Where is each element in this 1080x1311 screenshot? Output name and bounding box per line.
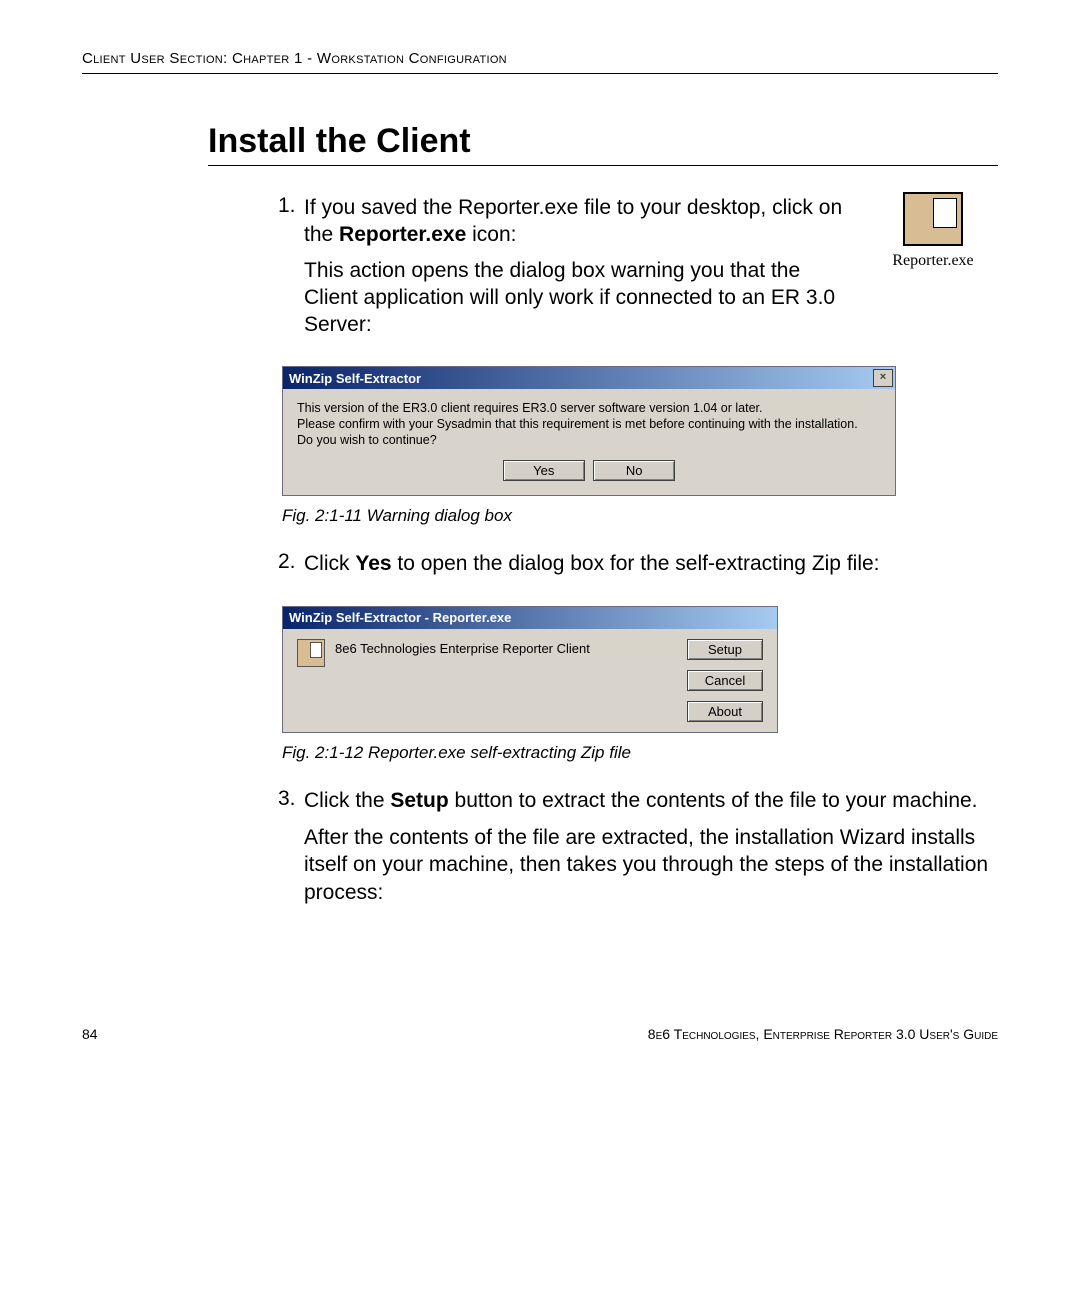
- step-1-line-2: This action opens the dialog box warning…: [304, 257, 854, 339]
- step-2-line: Click Yes to open the dialog box for the…: [304, 550, 880, 577]
- running-head: Client User Section: Chapter 1 - Worksta…: [82, 50, 998, 74]
- warning-dialog-titlebar: WinZip Self-Extractor ×: [283, 367, 895, 389]
- yes-button[interactable]: Yes: [503, 460, 585, 481]
- step-3-number: 3.: [278, 787, 304, 822]
- no-button[interactable]: No: [593, 460, 675, 481]
- reporter-exe-icon: [903, 192, 963, 246]
- step-3-line-2: After the contents of the file are extra…: [304, 824, 998, 906]
- extractor-dialog: WinZip Self-Extractor - Reporter.exe 8e6…: [282, 606, 778, 733]
- figure-caption-1: Fig. 2:1-11 Warning dialog box: [282, 506, 998, 526]
- step-3: 3. Click the Setup button to extract the…: [278, 787, 998, 822]
- extractor-dialog-title: WinZip Self-Extractor - Reporter.exe: [289, 610, 511, 625]
- step-1-line-1: If you saved the Reporter.exe file to yo…: [304, 194, 854, 249]
- extractor-icon: [297, 639, 325, 667]
- figure-caption-2: Fig. 2:1-12 Reporter.exe self-extracting…: [282, 743, 998, 763]
- section-title: Install the Client: [208, 122, 998, 166]
- footer-guide: 8e6 Technologies, Enterprise Reporter 3.…: [648, 1026, 998, 1042]
- reporter-exe-caption: Reporter.exe: [868, 252, 998, 270]
- setup-button[interactable]: Setup: [687, 639, 763, 660]
- close-icon[interactable]: ×: [873, 369, 893, 387]
- step-3-line-1: Click the Setup button to extract the co…: [304, 787, 978, 814]
- warning-dialog-body: This version of the ER3.0 client require…: [283, 389, 895, 460]
- extractor-dialog-titlebar: WinZip Self-Extractor - Reporter.exe: [283, 607, 777, 629]
- step-1-number: 1.: [278, 194, 304, 346]
- warning-line-2: Please confirm with your Sysadmin that t…: [297, 417, 881, 433]
- about-button[interactable]: About: [687, 701, 763, 722]
- extractor-desc: 8e6 Technologies Enterprise Reporter Cli…: [335, 639, 685, 656]
- page-number: 84: [82, 1026, 98, 1042]
- step-1: 1. If you saved the Reporter.exe file to…: [278, 194, 854, 346]
- step-2-number: 2.: [278, 550, 304, 585]
- cancel-button[interactable]: Cancel: [687, 670, 763, 691]
- step-2: 2. Click Yes to open the dialog box for …: [278, 550, 998, 585]
- reporter-exe-icon-block: Reporter.exe: [868, 192, 998, 270]
- warning-dialog: WinZip Self-Extractor × This version of …: [282, 366, 896, 496]
- warning-dialog-title: WinZip Self-Extractor: [289, 371, 421, 386]
- warning-line-3: Do you wish to continue?: [297, 433, 881, 449]
- warning-line-1: This version of the ER3.0 client require…: [297, 401, 881, 417]
